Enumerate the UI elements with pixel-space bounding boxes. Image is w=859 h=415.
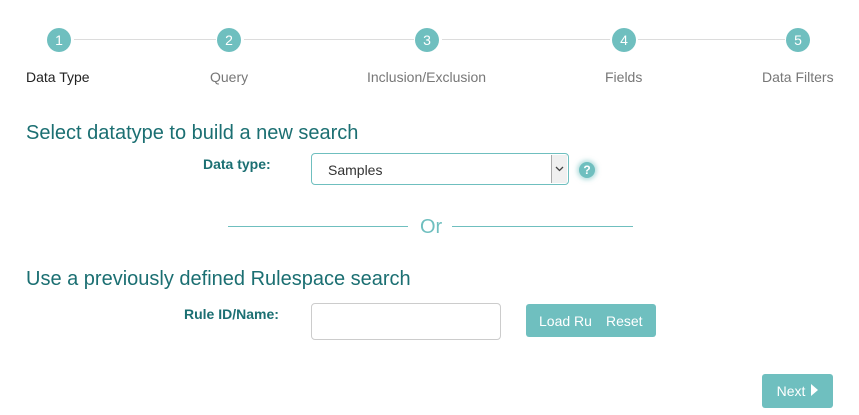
step-3-circle[interactable]: 3	[415, 28, 439, 52]
or-divider-right	[452, 226, 633, 227]
step-4-circle[interactable]: 4	[612, 28, 636, 52]
rule-id-label: Rule ID/Name:	[184, 306, 279, 322]
next-button[interactable]: Next	[762, 374, 833, 408]
datatype-section-title: Select datatype to build a new search	[26, 122, 359, 144]
step-5-circle[interactable]: 5	[786, 28, 810, 52]
reset-button[interactable]: Reset	[606, 313, 643, 329]
rulespace-section-title: Use a previously defined Rulespace searc…	[26, 268, 411, 290]
step-connector	[442, 39, 610, 40]
caret-right-icon	[811, 383, 819, 399]
step-3-label[interactable]: Inclusion/Exclusion	[367, 69, 486, 85]
data-type-selected-value: Samples	[328, 162, 383, 178]
step-2-label[interactable]: Query	[210, 69, 248, 85]
next-button-label: Next	[776, 383, 806, 399]
wizard-stepper: 1 2 3 4 5 Data Type Query Inclusion/Excl…	[0, 0, 859, 100]
rule-id-input[interactable]	[311, 303, 501, 340]
step-2-circle[interactable]: 2	[217, 28, 241, 52]
rule-button-group: Load Ru Reset	[526, 304, 656, 337]
data-type-label: Data type:	[203, 156, 271, 172]
step-4-label[interactable]: Fields	[605, 69, 642, 85]
step-1-label[interactable]: Data Type	[26, 69, 90, 85]
or-divider-text: Or	[420, 216, 443, 238]
step-connector	[244, 39, 414, 40]
data-type-select[interactable]: Samples	[311, 153, 569, 185]
chevron-down-icon[interactable]	[551, 155, 567, 183]
step-1-circle[interactable]: 1	[47, 28, 71, 52]
step-connector	[638, 39, 785, 40]
step-5-label[interactable]: Data Filters	[762, 69, 834, 85]
step-connector	[74, 39, 216, 40]
load-rule-button[interactable]: Load Ru	[539, 313, 597, 329]
or-divider-left	[228, 226, 408, 227]
help-icon[interactable]: ?	[579, 162, 595, 178]
